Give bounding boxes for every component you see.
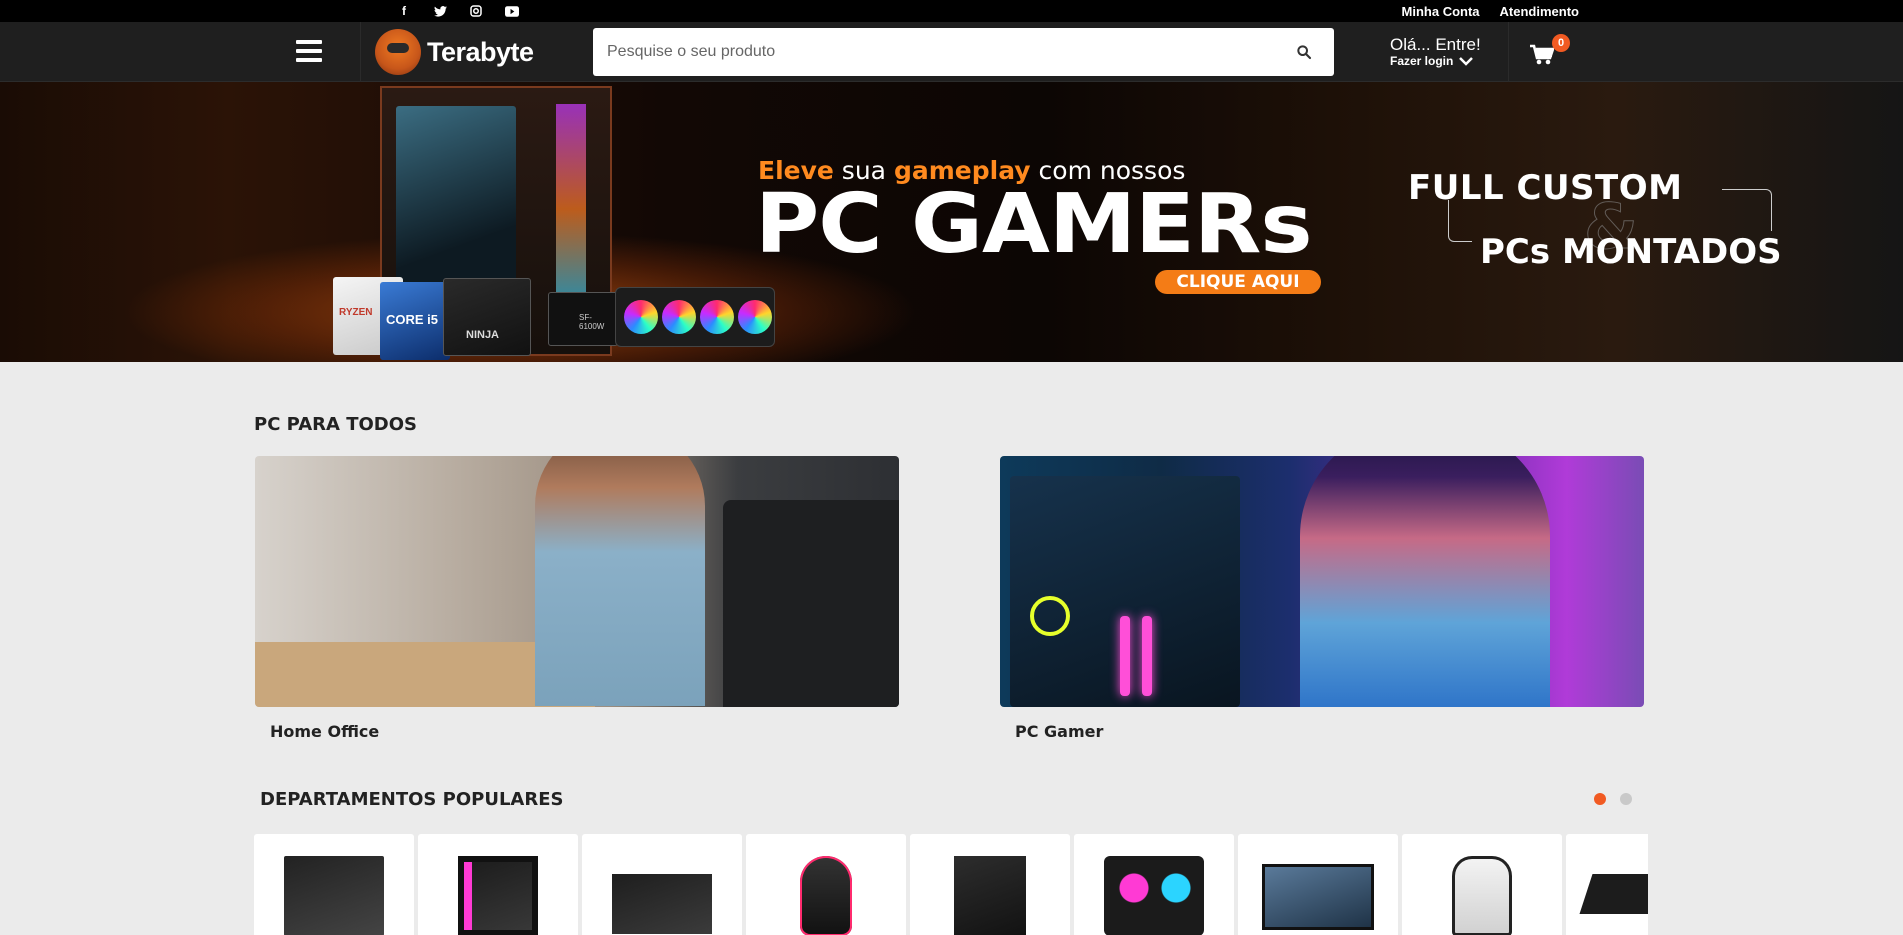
dept-card-mesa[interactable] [1566, 834, 1648, 935]
ryzen-label: RYZEN [339, 307, 373, 318]
monitor-icon [1262, 864, 1374, 930]
pc-case-icon [458, 856, 538, 935]
hero-banner[interactable]: RYZEN CORE i5 NINJA SF-6100W Eleve sua g… [0, 82, 1903, 362]
motherboard-icon [284, 856, 384, 935]
login-label: Fazer login [1390, 54, 1454, 68]
gaming-pc-image [1010, 476, 1240, 707]
minha-conta-link[interactable]: Minha Conta [1402, 4, 1480, 19]
dept-card-mouse[interactable] [746, 834, 906, 935]
pc-gamer-label[interactable]: PC Gamer [1015, 722, 1103, 741]
gaming-chair-icon [1452, 856, 1512, 935]
logo-text: Terabyte [427, 36, 534, 67]
intel-label: CORE i5 [386, 312, 439, 327]
ninja-cooler-box-image: NINJA [443, 278, 531, 356]
mascot-logo-icon [375, 29, 421, 75]
banner-cta-button[interactable]: CLIQUE AQUI [1155, 270, 1321, 294]
ninja-label: NINJA [466, 329, 500, 341]
banner-headline: PC GAMERs [755, 177, 1313, 272]
twitter-icon[interactable] [432, 3, 448, 19]
banner-pcs-montados[interactable]: PCs MONTADOS [1480, 232, 1782, 272]
dept-dot-1[interactable] [1594, 793, 1606, 805]
gamer-person-image [1300, 456, 1550, 707]
divider [360, 22, 361, 82]
cart-icon [1530, 44, 1554, 65]
dept-card-cadeira[interactable] [1402, 834, 1562, 935]
facebook-icon[interactable]: f [396, 3, 412, 19]
search-bar [593, 28, 1334, 76]
intel-box-image: CORE i5 [380, 282, 450, 360]
mouse-icon [800, 856, 852, 935]
logo[interactable]: Terabyte [375, 28, 534, 76]
menu-icon[interactable] [296, 40, 322, 62]
dept-card-gabinete[interactable] [418, 834, 578, 935]
cart-button[interactable]: 0 [1530, 34, 1570, 70]
instagram-icon[interactable] [468, 3, 484, 19]
main-header: Terabyte Olá... Entre! Fazer login 0 [0, 22, 1903, 82]
social-links: f [396, 0, 520, 22]
motherboard-icon [612, 874, 712, 934]
person-image [535, 456, 705, 706]
dept-card-cooler[interactable] [1074, 834, 1234, 935]
atendimento-link[interactable]: Atendimento [1500, 4, 1579, 19]
departamentos-carousel [254, 834, 1648, 935]
departamentos-pagination [1594, 793, 1632, 805]
banner-full-custom[interactable]: FULL CUSTOM [1408, 168, 1682, 208]
decorative-bracket [1722, 189, 1772, 231]
search-input[interactable] [607, 28, 1267, 76]
gaming-pc-icon [954, 856, 1026, 935]
home-office-card-image[interactable] [255, 456, 899, 707]
dept-card-motherboard[interactable] [254, 834, 414, 935]
monitor-image [723, 500, 899, 707]
chevron-down-icon [1459, 56, 1474, 66]
departamentos-title: DEPARTAMENTOS POPULARES [260, 789, 564, 810]
dept-card-placa-mae[interactable] [582, 834, 742, 935]
dept-card-pc-gamer[interactable] [910, 834, 1070, 935]
psu-label: SF-6100W [579, 313, 605, 331]
pc-para-todos-title: PC PARA TODOS [254, 414, 417, 435]
dept-card-monitor[interactable] [1238, 834, 1398, 935]
pc-gamer-card-image[interactable] [1000, 456, 1644, 707]
divider [1508, 22, 1509, 82]
cooler-icon [1104, 856, 1204, 935]
gpu-image [615, 287, 775, 347]
psu-image: SF-6100W [548, 292, 618, 346]
search-icon[interactable] [1296, 44, 1312, 60]
login-link[interactable]: Fazer login [1390, 54, 1481, 68]
youtube-icon[interactable] [504, 3, 520, 19]
cart-count-badge: 0 [1552, 34, 1570, 52]
greeting-text: Olá... Entre! [1390, 35, 1481, 54]
account-menu[interactable]: Olá... Entre! Fazer login [1390, 35, 1481, 69]
top-bar: f Minha Conta Atendimento [0, 0, 1903, 22]
gaming-desk-icon [1579, 874, 1648, 914]
dept-dot-2[interactable] [1620, 793, 1632, 805]
home-office-label[interactable]: Home Office [270, 722, 379, 741]
top-links: Minha Conta Atendimento [1402, 0, 1579, 22]
